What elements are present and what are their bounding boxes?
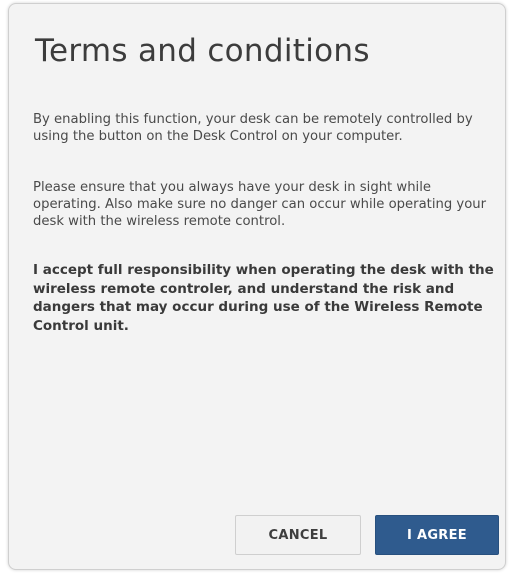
responsibility-statement: I accept full responsibility when operat… — [33, 262, 494, 334]
terms-dialog: Terms and conditions By enabling this fu… — [8, 3, 506, 570]
cancel-button[interactable]: CANCEL — [235, 515, 361, 555]
safety-notice: Please ensure that you always have your … — [33, 180, 487, 229]
dialog-title: Terms and conditions — [35, 33, 370, 69]
agree-button[interactable]: I AGREE — [375, 515, 499, 555]
remote-control-description: By enabling this function, your desk can… — [33, 112, 473, 144]
